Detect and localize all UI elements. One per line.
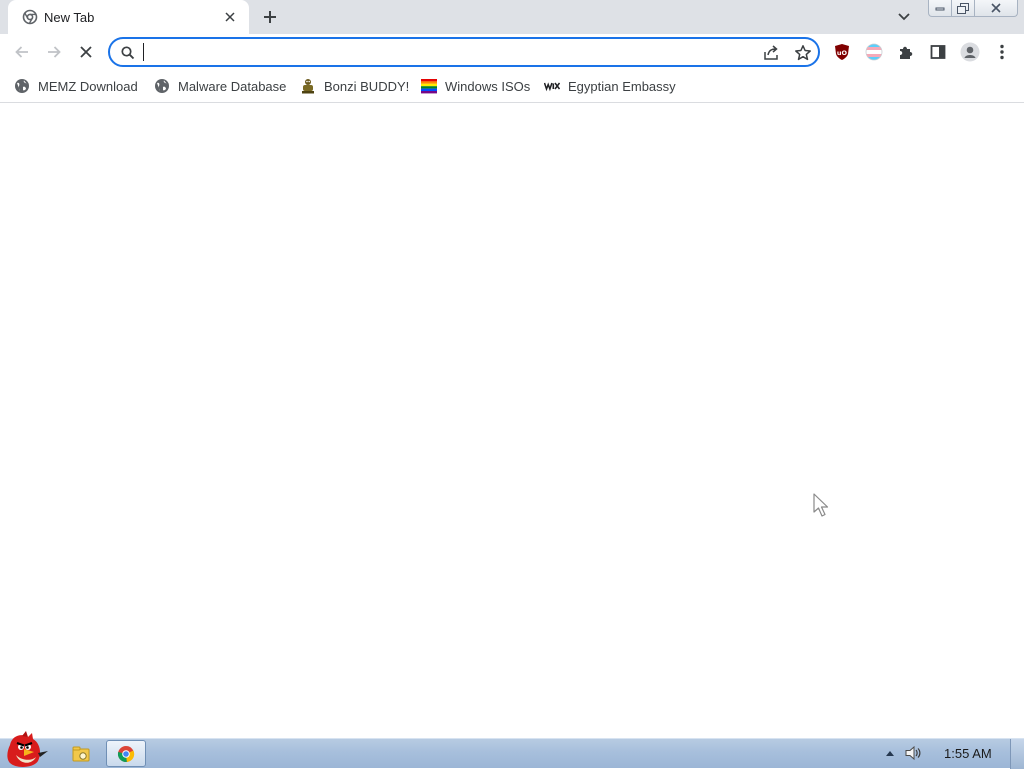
- taskbar: 1:55 AM: [0, 731, 1024, 769]
- bonzi-icon: [302, 79, 314, 94]
- bookmark-windows-isos[interactable]: Windows ISOs: [421, 75, 530, 97]
- trans-flag-extension-icon: [865, 43, 883, 61]
- show-hidden-icons-icon[interactable]: [885, 749, 895, 757]
- side-panel-button[interactable]: [925, 39, 951, 65]
- ublock-extension-button[interactable]: uO: [829, 39, 855, 65]
- show-desktop-button[interactable]: [1010, 739, 1024, 769]
- svg-text:uO: uO: [837, 49, 848, 57]
- share-icon[interactable]: [762, 44, 780, 62]
- page-content: [0, 103, 1024, 738]
- chrome-menu-button[interactable]: [989, 39, 1015, 65]
- trans-flag-extension-button[interactable]: [861, 39, 887, 65]
- forward-button[interactable]: [41, 39, 67, 65]
- ublock-icon: uO: [835, 44, 849, 60]
- address-input[interactable]: [142, 42, 742, 62]
- browser-toolbar: uO: [0, 34, 1024, 70]
- mouse-cursor-icon: [813, 493, 829, 517]
- globe-icon: [155, 79, 169, 93]
- profile-icon: [960, 42, 980, 62]
- close-icon: [80, 46, 92, 58]
- taskbar-chrome-button[interactable]: [106, 740, 146, 767]
- puzzle-icon: [900, 46, 913, 59]
- new-tab-button[interactable]: [258, 6, 282, 28]
- explorer-icon: [72, 746, 90, 761]
- close-icon: [225, 12, 235, 22]
- stop-loading-button[interactable]: [73, 39, 99, 65]
- tab-new-tab[interactable]: New Tab: [8, 0, 249, 34]
- search-icon: [121, 46, 135, 60]
- tab-title: New Tab: [44, 10, 95, 25]
- close-icon: [991, 3, 1001, 13]
- bookmark-egyptian-embassy[interactable]: Egyptian Embassy: [544, 75, 676, 97]
- tab-search-button[interactable]: [894, 8, 914, 26]
- taskbar-clock[interactable]: 1:55 AM: [944, 746, 992, 761]
- volume-icon[interactable]: [905, 745, 923, 761]
- chevron-down-icon: [898, 13, 910, 21]
- menu-icon: [1000, 44, 1004, 60]
- minimize-icon: [935, 7, 945, 11]
- wix-icon: [544, 82, 560, 92]
- rainbow-flag-icon: [421, 79, 437, 94]
- arrow-right-icon: [48, 46, 61, 58]
- bookmark-memz-download[interactable]: MEMZ Download: [14, 75, 138, 97]
- bookmark-label: Bonzi BUDDY!: [324, 78, 410, 94]
- close-tab-button[interactable]: [222, 9, 238, 25]
- chrome-icon: [117, 745, 135, 762]
- restore-button[interactable]: [951, 0, 975, 17]
- side-panel-icon: [930, 45, 946, 59]
- address-bar[interactable]: [108, 37, 820, 67]
- start-button-angry-bird-icon[interactable]: [2, 731, 50, 769]
- minimize-button[interactable]: [928, 0, 952, 17]
- arrow-left-icon: [15, 46, 28, 58]
- bookmark-malware-database[interactable]: Malware Database: [154, 75, 286, 97]
- bookmark-label: Windows ISOs: [445, 78, 531, 94]
- bookmark-bonzi-buddy[interactable]: Bonzi BUDDY!: [300, 75, 409, 97]
- plus-icon: [264, 11, 276, 23]
- restore-icon: [957, 2, 969, 14]
- profile-button[interactable]: [957, 39, 983, 65]
- bookmark-label: Egyptian Embassy: [568, 78, 676, 94]
- chrome-favicon-icon: [22, 9, 38, 25]
- bookmarks-bar: MEMZ Download Malware Database Bonzi BUD…: [0, 70, 1024, 103]
- text-caret: [143, 43, 144, 61]
- bookmark-label: Malware Database: [178, 78, 287, 94]
- globe-icon: [15, 79, 29, 93]
- title-bar: New Tab: [0, 0, 1024, 34]
- bookmark-label: MEMZ Download: [38, 78, 138, 94]
- close-window-button[interactable]: [974, 0, 1018, 17]
- extensions-button[interactable]: [893, 39, 919, 65]
- star-icon[interactable]: [794, 44, 812, 62]
- back-button[interactable]: [9, 39, 35, 65]
- taskbar-explorer-button[interactable]: [61, 740, 101, 767]
